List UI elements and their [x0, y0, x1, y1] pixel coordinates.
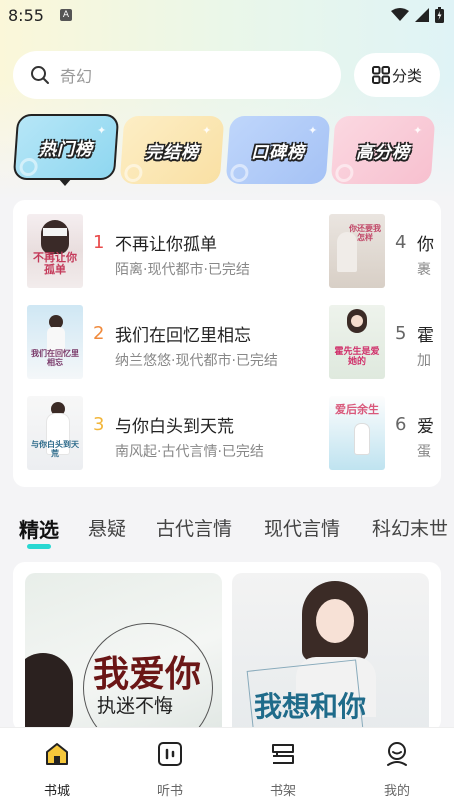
book-cover: 我们在回忆里相忘	[27, 305, 83, 379]
book-title: 你	[417, 235, 434, 255]
bottom-navigation: 书城 听书 书架 我的	[0, 727, 454, 807]
book-meta: 纳兰悠悠·现代都市·已完结	[115, 353, 278, 369]
audiobook-icon	[158, 742, 182, 766]
tab-score-ranking[interactable]: ✦ 高分榜	[330, 116, 436, 184]
book-meta: 蛋	[417, 444, 431, 460]
nav-audiobook-label: 听书	[156, 784, 183, 799]
book-meta: 裹	[417, 262, 431, 278]
book-item[interactable]: 不再让你孤单 1 不再让你孤单 陌离·现代都市·已完结	[27, 214, 327, 290]
status-time: 8:55	[8, 6, 44, 25]
tab-finished-label: 完结榜	[145, 142, 199, 163]
tab-scifi[interactable]: 科幻末世	[372, 514, 448, 541]
featured-title: 我爱你	[93, 653, 202, 695]
rank-number: 3	[93, 414, 105, 435]
nav-bookstore[interactable]: 书城	[27, 740, 87, 799]
tab-modern-romance[interactable]: 现代言情	[264, 514, 340, 541]
nav-audiobook[interactable]: 听书	[140, 740, 200, 799]
book-cover: 与你白头到天荒	[27, 396, 83, 470]
rank-number: 4	[395, 232, 407, 253]
search-input[interactable]: 奇幻	[13, 51, 341, 99]
active-tab-pointer	[58, 178, 72, 186]
nav-profile[interactable]: 我的	[367, 740, 427, 799]
tab-score-label: 高分榜	[356, 142, 410, 163]
book-item[interactable]: 你还要我怎样 4 你 裹	[329, 214, 441, 290]
profile-icon	[387, 742, 407, 766]
status-bar: 8:55 A	[0, 0, 454, 32]
nav-bookshelf-label: 书架	[269, 784, 296, 799]
book-cover: 不再让你孤单	[27, 214, 83, 288]
genre-tab-bar: 精选 悬疑 古代言情 现代言情 科幻末世	[0, 514, 454, 554]
ranking-list: 不再让你孤单 1 不再让你孤单 陌离·现代都市·已完结 我们在回忆里相忘 2 我…	[13, 200, 441, 487]
featured-book[interactable]: 我爱你 执迷不悔	[25, 573, 222, 732]
tab-featured[interactable]: 精选	[19, 514, 59, 543]
status-icons	[391, 7, 444, 23]
tab-praise-label: 口碑榜	[251, 142, 305, 163]
bookstore-icon	[46, 743, 68, 765]
rank-number: 2	[93, 323, 105, 344]
book-cover: 霍先生是爱她的	[329, 305, 385, 379]
nav-bookshelf[interactable]: 书架	[253, 740, 313, 799]
book-meta: 加	[417, 353, 431, 369]
battery-icon	[435, 7, 444, 23]
book-cover: 爱后余生	[329, 396, 385, 470]
book-title: 霍	[417, 326, 434, 346]
book-title: 我们在回忆里相忘	[115, 326, 251, 346]
tab-praise-ranking[interactable]: ✦ 口碑榜	[225, 116, 331, 184]
search-icon	[31, 66, 49, 84]
book-meta: 南风起·古代言情·已完结	[115, 444, 264, 460]
book-item[interactable]: 与你白头到天荒 3 与你白头到天荒 南风起·古代言情·已完结	[27, 396, 327, 472]
nav-profile-label: 我的	[383, 784, 410, 799]
rank-number: 5	[395, 323, 407, 344]
notification-icon: A	[60, 9, 72, 21]
tab-hot-label: 热门榜	[39, 139, 93, 160]
book-item[interactable]: 我们在回忆里相忘 2 我们在回忆里相忘 纳兰悠悠·现代都市·已完结	[27, 305, 327, 381]
signal-icon	[415, 8, 429, 22]
book-item[interactable]: 霍先生是爱她的 5 霍 加	[329, 305, 441, 381]
book-title: 爱	[417, 417, 434, 437]
book-title: 不再让你孤单	[115, 235, 217, 255]
tab-suspense[interactable]: 悬疑	[88, 514, 126, 541]
featured-subtitle: 执迷不悔	[97, 695, 174, 717]
featured-book[interactable]: 我想和你	[232, 573, 429, 732]
category-button[interactable]: 分类	[354, 53, 440, 97]
rank-number: 6	[395, 414, 407, 435]
featured-title: 我想和你	[254, 690, 367, 723]
book-cover: 你还要我怎样	[329, 214, 385, 288]
featured-section: 我爱你 执迷不悔 我想和你	[13, 562, 441, 732]
wifi-icon	[391, 8, 409, 21]
active-genre-indicator	[27, 544, 51, 549]
book-title: 与你白头到天荒	[115, 417, 234, 437]
bookshelf-icon	[272, 744, 294, 764]
book-meta: 陌离·现代都市·已完结	[115, 262, 250, 278]
category-label: 分类	[391, 66, 422, 85]
tab-ancient-romance[interactable]: 古代言情	[156, 514, 232, 541]
grid-icon	[371, 66, 390, 84]
nav-bookstore-label: 书城	[43, 784, 70, 799]
tab-finished-ranking[interactable]: ✦ 完结榜	[119, 116, 225, 184]
search-placeholder: 奇幻	[60, 67, 93, 86]
rank-number: 1	[93, 232, 105, 253]
book-item[interactable]: 爱后余生 6 爱 蛋	[329, 396, 441, 472]
tab-hot-ranking[interactable]: ✦ 热门榜	[12, 114, 120, 180]
